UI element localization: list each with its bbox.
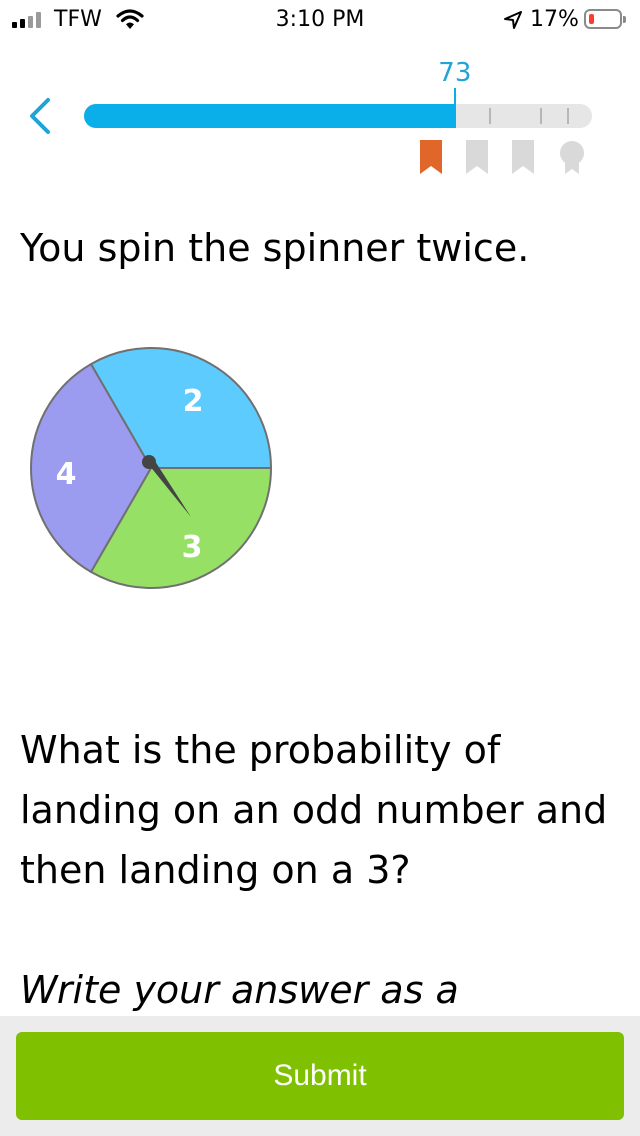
- status-bar: TFW 3:10 PM 17%: [0, 0, 640, 40]
- spinner-label-3: 3: [182, 530, 203, 565]
- location-arrow-icon: [504, 11, 522, 29]
- smartscore-progress-bar: [84, 104, 592, 128]
- battery-icon: [584, 9, 626, 29]
- score-marker: [453, 88, 456, 128]
- bookmark-icon: [466, 140, 488, 174]
- progress-tick: [540, 108, 543, 124]
- progress-tick: [567, 108, 569, 124]
- smartscore-value: 73: [438, 58, 472, 88]
- medal-icon: [560, 141, 584, 174]
- spinner-label-4: 4: [56, 457, 77, 492]
- spinner-diagram: 2 3 4: [30, 347, 273, 589]
- question-text: What is the probability of landing on an…: [20, 728, 608, 892]
- submit-button[interactable]: Submit: [16, 1032, 624, 1120]
- bookmark-icon: [512, 140, 534, 174]
- progress-fill: [84, 104, 455, 128]
- battery-percentage: 17%: [530, 7, 579, 32]
- progress-tick: [489, 108, 492, 124]
- problem-intro: You spin the spinner twice.: [20, 226, 530, 270]
- spinner-label-2: 2: [183, 384, 204, 419]
- back-chevron-icon[interactable]: [24, 94, 60, 138]
- bookmark-icon: [420, 140, 442, 174]
- spinner-hub: [142, 455, 156, 469]
- answer-instruction: Write your answer as a: [20, 968, 459, 1012]
- footer-bar: Submit: [0, 1016, 640, 1136]
